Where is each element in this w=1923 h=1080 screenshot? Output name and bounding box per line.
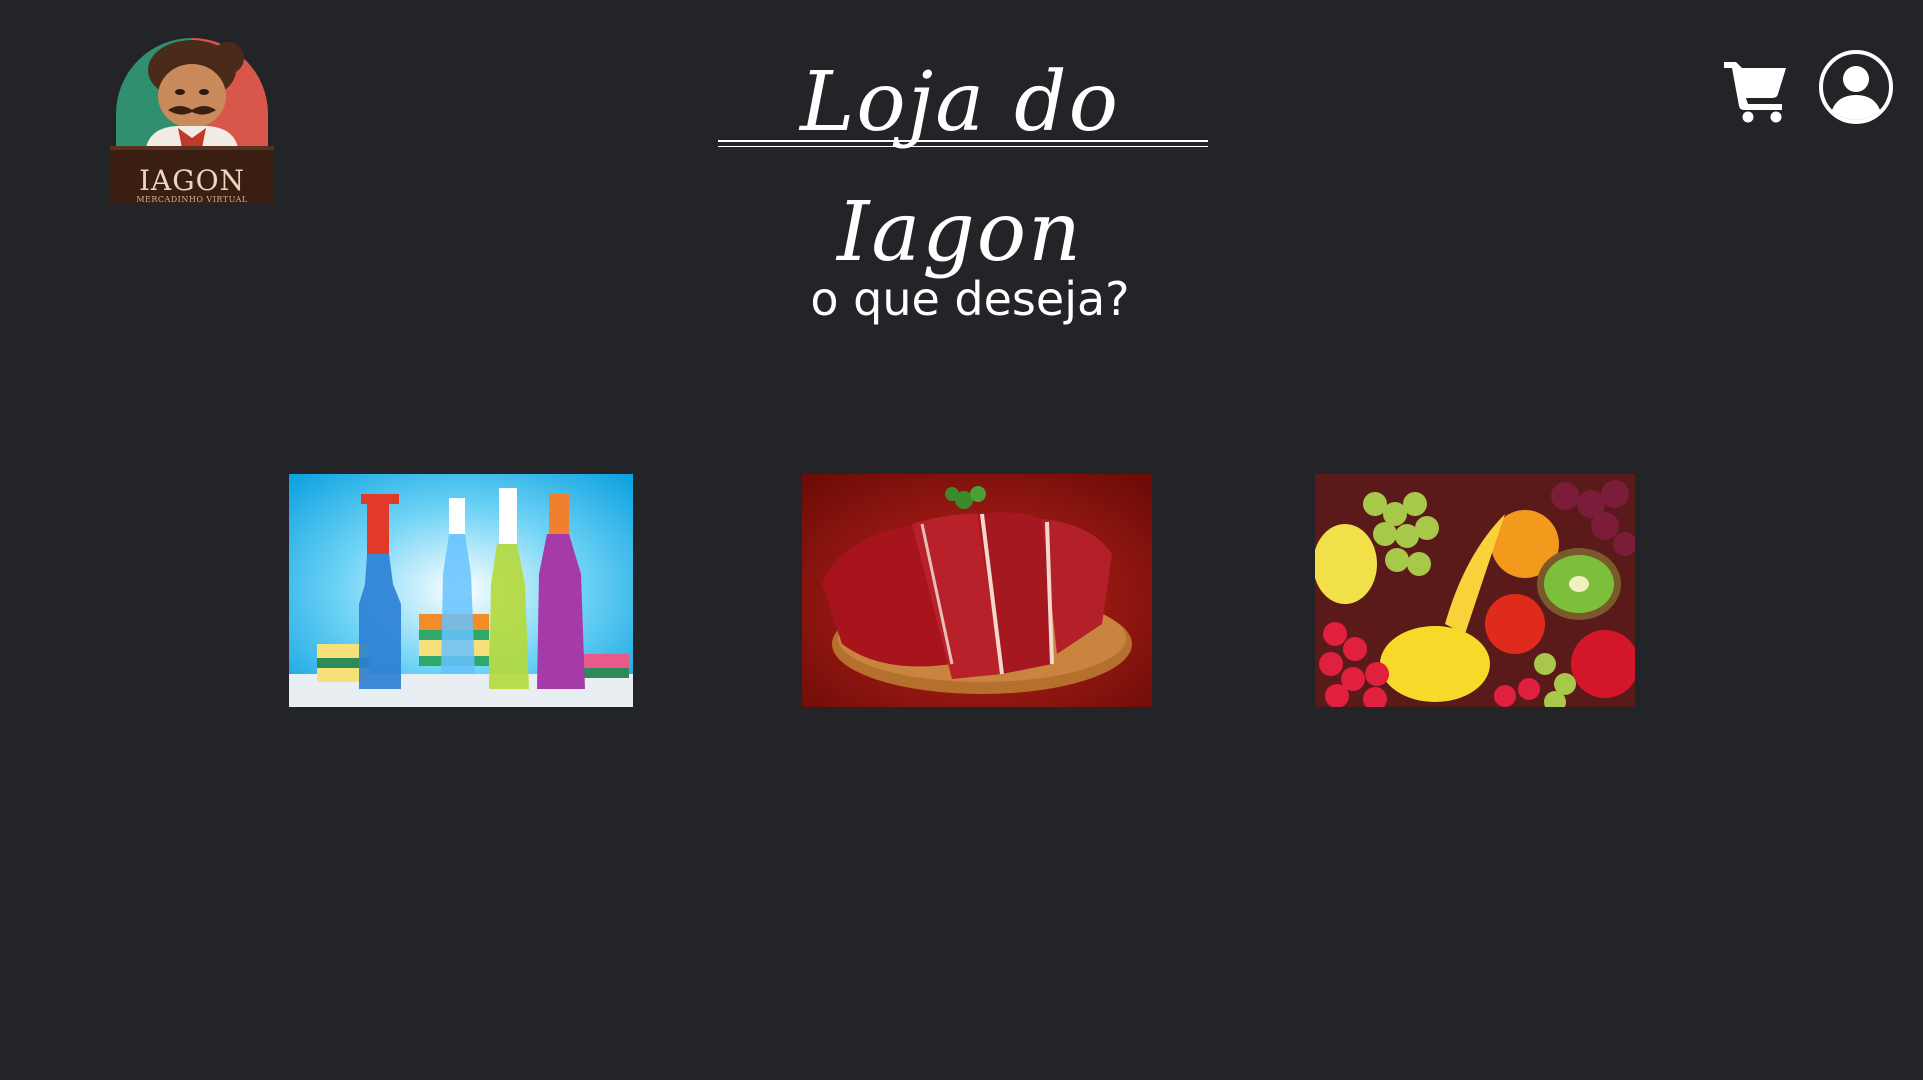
meat-cuts-image xyxy=(802,474,1152,707)
logo-brand-text: IAGON xyxy=(138,164,246,197)
category-fruits[interactable] xyxy=(1315,474,1635,707)
cart-button[interactable] xyxy=(1720,54,1790,124)
profile-button[interactable] xyxy=(1818,49,1894,125)
logo-subtitle-text: MERCADINHO VIRTUAL xyxy=(136,195,248,204)
site-title: Loja do Iagon xyxy=(799,55,1121,280)
page: IAGON MERCADINHO VIRTUAL Loja do Iagon o… xyxy=(0,0,1923,1080)
fruits-image xyxy=(1315,474,1635,707)
cleaning-products-image xyxy=(289,474,633,707)
store-logo[interactable]: IAGON MERCADINHO VIRTUAL xyxy=(106,28,278,208)
shopping-cart-icon xyxy=(1724,62,1786,123)
category-cleaning[interactable] xyxy=(289,474,633,707)
category-meat[interactable] xyxy=(802,474,1152,707)
title-underline xyxy=(718,140,1208,147)
page-prompt: o que deseja? xyxy=(810,272,1130,326)
user-profile-icon xyxy=(1819,50,1893,124)
